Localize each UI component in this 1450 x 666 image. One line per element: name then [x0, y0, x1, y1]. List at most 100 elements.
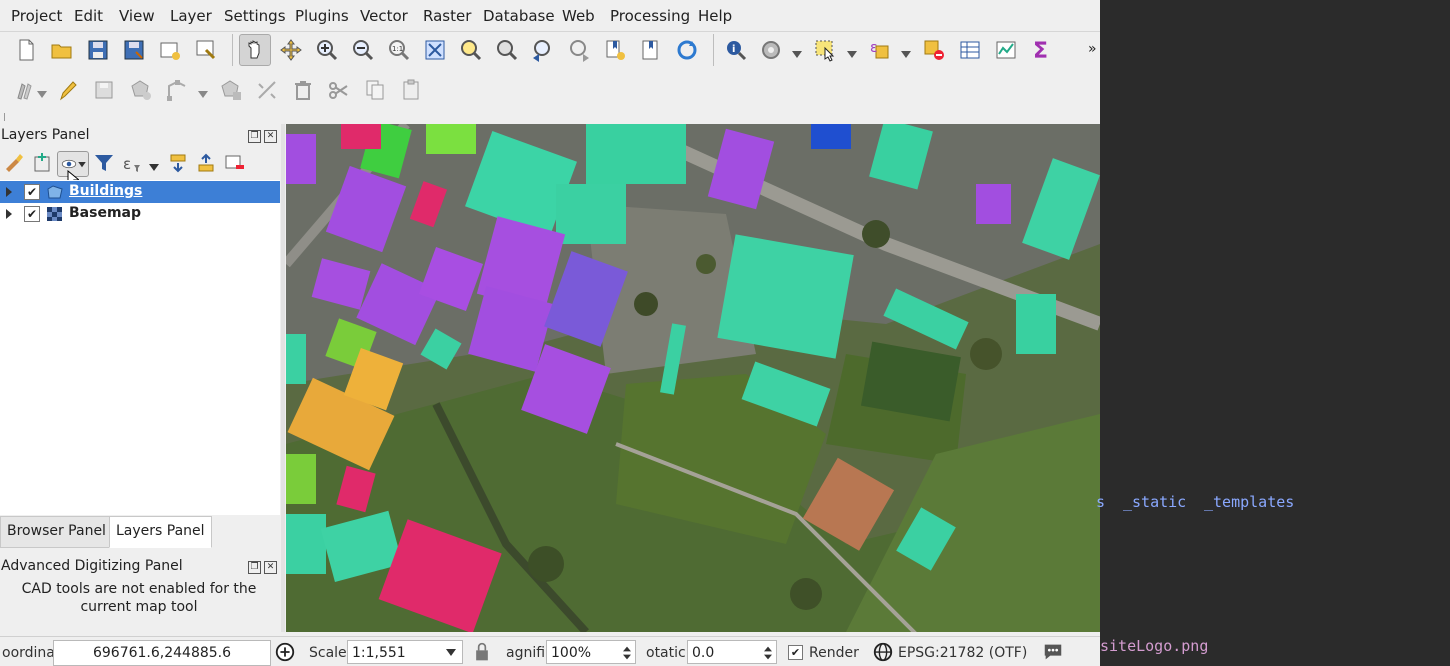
toggle-editing-icon[interactable]: [54, 76, 82, 104]
pan-map-icon[interactable]: [239, 34, 271, 66]
open-project-icon[interactable]: [48, 36, 76, 64]
chevron-down-icon[interactable]: [149, 160, 159, 171]
chevron-down-icon[interactable]: [847, 47, 857, 58]
lock-scale-icon[interactable]: [472, 641, 492, 663]
copy-features-icon[interactable]: [361, 76, 389, 104]
layer-name: Basemap: [69, 205, 142, 221]
select-by-expression-icon[interactable]: ε: [866, 36, 894, 64]
tab-browser-panel[interactable]: Browser Panel: [0, 516, 113, 548]
menu-settings[interactable]: Settings: [224, 7, 286, 25]
vertex-tool-icon[interactable]: [163, 76, 191, 104]
float-panel-icon[interactable]: ❐: [248, 130, 261, 143]
chevron-down-icon[interactable]: [37, 87, 47, 98]
zoom-in-icon[interactable]: [313, 36, 341, 64]
style-manager-icon[interactable]: [2, 150, 26, 176]
zoom-to-layer-icon[interactable]: [493, 36, 521, 64]
layer-row-buildings[interactable]: ✔ Buildings: [0, 181, 280, 203]
digitize-with-segment-icon[interactable]: [253, 76, 281, 104]
add-group-icon[interactable]: [30, 150, 54, 176]
menu-web[interactable]: Web: [562, 7, 595, 25]
toolbar-handle[interactable]: [4, 113, 5, 121]
close-panel-icon[interactable]: ✕: [264, 561, 277, 574]
identify-features-icon[interactable]: i: [722, 36, 750, 64]
dock-splitter[interactable]: [281, 124, 285, 632]
chevron-down-icon[interactable]: [792, 47, 802, 58]
delete-selected-icon[interactable]: [289, 76, 317, 104]
menu-processing[interactable]: Processing: [610, 7, 690, 25]
cut-features-icon[interactable]: [325, 76, 353, 104]
menu-project[interactable]: Project: [11, 7, 62, 25]
menu-plugins[interactable]: Plugins: [295, 7, 349, 25]
paste-features-icon[interactable]: [397, 76, 425, 104]
new-print-layout-icon[interactable]: [156, 36, 184, 64]
menu-help[interactable]: Help: [698, 7, 732, 25]
close-panel-icon[interactable]: ✕: [264, 130, 277, 143]
modify-attributes-icon[interactable]: [217, 76, 245, 104]
remove-layer-icon[interactable]: [222, 150, 246, 176]
toolbar-overflow[interactable]: »: [1088, 41, 1097, 57]
layers-panel-title: Layers Panel: [1, 127, 90, 143]
attribute-table-icon[interactable]: [956, 36, 984, 64]
menu-layer[interactable]: Layer: [170, 7, 212, 25]
save-as-icon[interactable]: [120, 36, 148, 64]
float-panel-icon[interactable]: ❐: [248, 561, 261, 574]
statistical-summary-icon[interactable]: [992, 36, 1020, 64]
show-bookmarks-icon[interactable]: [637, 36, 665, 64]
expand-all-icon[interactable]: [166, 150, 190, 176]
scale-combobox[interactable]: 1:1,551: [347, 640, 463, 664]
expand-arrow-icon[interactable]: [6, 187, 12, 197]
globe-icon[interactable]: [872, 641, 894, 663]
terminal-text: _static: [1123, 493, 1187, 511]
menu-database[interactable]: Database: [483, 7, 555, 25]
deselect-features-icon[interactable]: [920, 36, 948, 64]
render-checkbox[interactable]: ✔: [788, 645, 803, 660]
refresh-icon[interactable]: [673, 36, 701, 64]
map-canvas[interactable]: [286, 124, 1100, 632]
chevron-down-icon[interactable]: [198, 87, 208, 98]
magnifier-label: agnifi: [506, 645, 546, 661]
menu-edit[interactable]: Edit: [74, 7, 103, 25]
collapse-all-icon[interactable]: [194, 150, 218, 176]
coordinate-field[interactable]: 696761.6,244885.6: [53, 640, 271, 666]
current-edits-icon[interactable]: [12, 76, 40, 104]
render-label: Render: [809, 645, 859, 661]
zoom-native-icon[interactable]: 1:1: [385, 36, 413, 64]
new-project-icon[interactable]: [12, 36, 40, 64]
layer-visibility-checkbox[interactable]: ✔: [24, 184, 40, 200]
chevron-down-icon: [78, 162, 86, 168]
save-project-icon[interactable]: [84, 36, 112, 64]
field-calculator-icon[interactable]: Σ: [1028, 36, 1056, 64]
scale-label: Scale: [309, 645, 347, 661]
messages-icon[interactable]: [1041, 641, 1065, 663]
pan-to-selection-icon[interactable]: [277, 36, 305, 64]
rotation-spinbox[interactable]: 0.0: [687, 640, 777, 664]
svg-text:1:1: 1:1: [392, 45, 403, 53]
zoom-full-icon[interactable]: [421, 36, 449, 64]
digitizing-toolbar: [0, 70, 1100, 110]
zoom-last-icon[interactable]: [529, 36, 557, 64]
magnifier-spinbox[interactable]: 100%: [546, 640, 636, 664]
run-feature-action-icon[interactable]: [757, 36, 785, 64]
add-polygon-feature-icon[interactable]: [127, 76, 155, 104]
zoom-next-icon[interactable]: [565, 36, 593, 64]
layer-row-basemap[interactable]: ✔ Basemap: [0, 203, 280, 225]
layer-visibility-checkbox[interactable]: ✔: [24, 206, 40, 222]
tab-layers-panel[interactable]: Layers Panel: [109, 516, 212, 548]
zoom-out-icon[interactable]: [349, 36, 377, 64]
extents-toggle-icon[interactable]: [274, 641, 296, 663]
filter-by-expression-icon[interactable]: ε: [120, 150, 144, 176]
menu-vector[interactable]: Vector: [360, 7, 408, 25]
layout-manager-icon[interactable]: [192, 36, 220, 64]
menu-view[interactable]: View: [119, 7, 155, 25]
qgis-window: Project Edit View Layer Settings Plugins…: [0, 0, 1100, 666]
cad-disabled-message: CAD tools are not enabled for the curren…: [21, 581, 257, 615]
select-features-icon[interactable]: [811, 36, 839, 64]
zoom-to-selection-icon[interactable]: [457, 36, 485, 64]
crs-button[interactable]: EPSG:21782 (OTF): [898, 645, 1027, 661]
chevron-down-icon[interactable]: [901, 47, 911, 58]
save-layer-edits-icon[interactable]: [90, 76, 118, 104]
menu-raster[interactable]: Raster: [423, 7, 471, 25]
expand-arrow-icon[interactable]: [6, 209, 12, 219]
new-spatial-bookmark-icon[interactable]: [601, 36, 629, 64]
filter-legend-icon[interactable]: [92, 150, 116, 176]
